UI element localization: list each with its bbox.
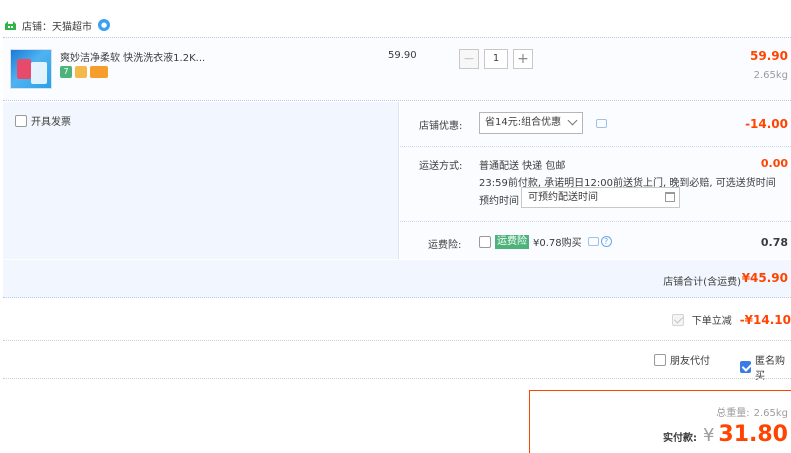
divider	[400, 221, 791, 222]
insurance-checkbox[interactable]	[479, 235, 491, 248]
insurance-option[interactable]: 运费险 ¥0.78购买 ?	[479, 234, 612, 249]
item-weight: 2.65kg	[753, 70, 788, 81]
chat-icon[interactable]: ●	[98, 19, 110, 31]
divider	[3, 340, 791, 341]
shop-discount-value: -14.00	[745, 117, 788, 131]
chevron-down-icon	[567, 115, 578, 126]
friend-pay-option[interactable]: 朋友代付	[654, 352, 710, 367]
invoice-option[interactable]: 开具发票	[15, 113, 71, 128]
delivery-time-placeholder: 可预约配送时间	[528, 192, 598, 203]
anonymous-purchase-checkbox[interactable]	[740, 361, 751, 373]
actual-payment-value: 31.80	[718, 422, 788, 447]
friend-pay-checkbox[interactable]	[654, 353, 666, 366]
shop-name-link[interactable]: 店铺：天猫超市	[22, 18, 92, 33]
total-weight-label: 总重量:	[716, 408, 750, 419]
card-payment-icon[interactable]	[90, 66, 108, 78]
help-icon[interactable]: ?	[600, 236, 612, 247]
seven-day-return-icon[interactable]: 7	[60, 66, 72, 78]
insurance-tag: 运费险	[495, 234, 529, 249]
currency-symbol: ¥	[702, 425, 715, 446]
instant-discount-value: -¥14.10	[739, 312, 791, 327]
actual-payment: 实付款: ¥ 31.80	[663, 422, 788, 447]
shipping-fee: 0.00	[760, 157, 788, 170]
message-icon[interactable]	[587, 237, 599, 246]
total-weight-value: 2.65kg	[753, 408, 788, 419]
message-icon[interactable]	[596, 119, 607, 128]
shop-header: 店铺：天猫超市 ●	[0, 14, 110, 36]
shop-discount-label: 店铺优惠:	[419, 121, 463, 132]
delivery-time-label: 预约时间	[479, 196, 519, 207]
actual-payment-label: 实付款:	[662, 433, 697, 444]
quantity-stepper: − 1 +	[459, 49, 533, 69]
delivery-time-input[interactable]: 可预约配送时间	[521, 187, 680, 208]
tmall-logo-icon	[5, 20, 16, 30]
product-thumbnail[interactable]	[10, 49, 52, 89]
divider	[400, 146, 791, 147]
shop-total-label: 店铺合计(含运费)	[663, 277, 741, 288]
quantity-input[interactable]: 1	[484, 49, 508, 69]
shipping-method: 普通配送 快递 包邮	[479, 161, 566, 172]
insurance-value: 0.78	[760, 236, 788, 249]
total-weight: 总重量: 2.65kg	[716, 404, 788, 419]
increase-quantity-button[interactable]: +	[513, 49, 533, 69]
shop-discount-selected: 省14元:组合优惠	[485, 117, 562, 128]
insurance-price: ¥0.78购买	[533, 238, 582, 249]
product-title-link[interactable]: 爽妙洁净柔软 快洗洗衣液1.2K...	[60, 49, 205, 64]
instant-discount-row: 下单立减 -¥14.10	[671, 312, 791, 327]
friend-pay-label: 朋友代付	[670, 356, 710, 367]
shop-total-value: ¥45.90	[741, 271, 788, 285]
line-total: 59.90	[750, 49, 788, 63]
service-guarantee-icon[interactable]	[75, 66, 87, 78]
shipping-label: 运送方式:	[419, 161, 463, 172]
instant-discount-checkbox[interactable]	[671, 313, 684, 326]
service-badges: 7	[60, 66, 108, 78]
product-row	[3, 37, 791, 101]
insurance-label: 运费险:	[428, 240, 462, 251]
divider	[3, 378, 791, 379]
unit-price: 59.90	[388, 50, 417, 61]
calendar-icon[interactable]	[665, 192, 675, 202]
invoice-label: 开具发票	[31, 117, 71, 128]
instant-discount-label: 下单立减	[691, 316, 732, 327]
shop-discount-select[interactable]: 省14元:组合优惠	[479, 112, 583, 134]
decrease-quantity-button[interactable]: −	[459, 49, 479, 69]
invoice-checkbox[interactable]	[15, 114, 27, 127]
